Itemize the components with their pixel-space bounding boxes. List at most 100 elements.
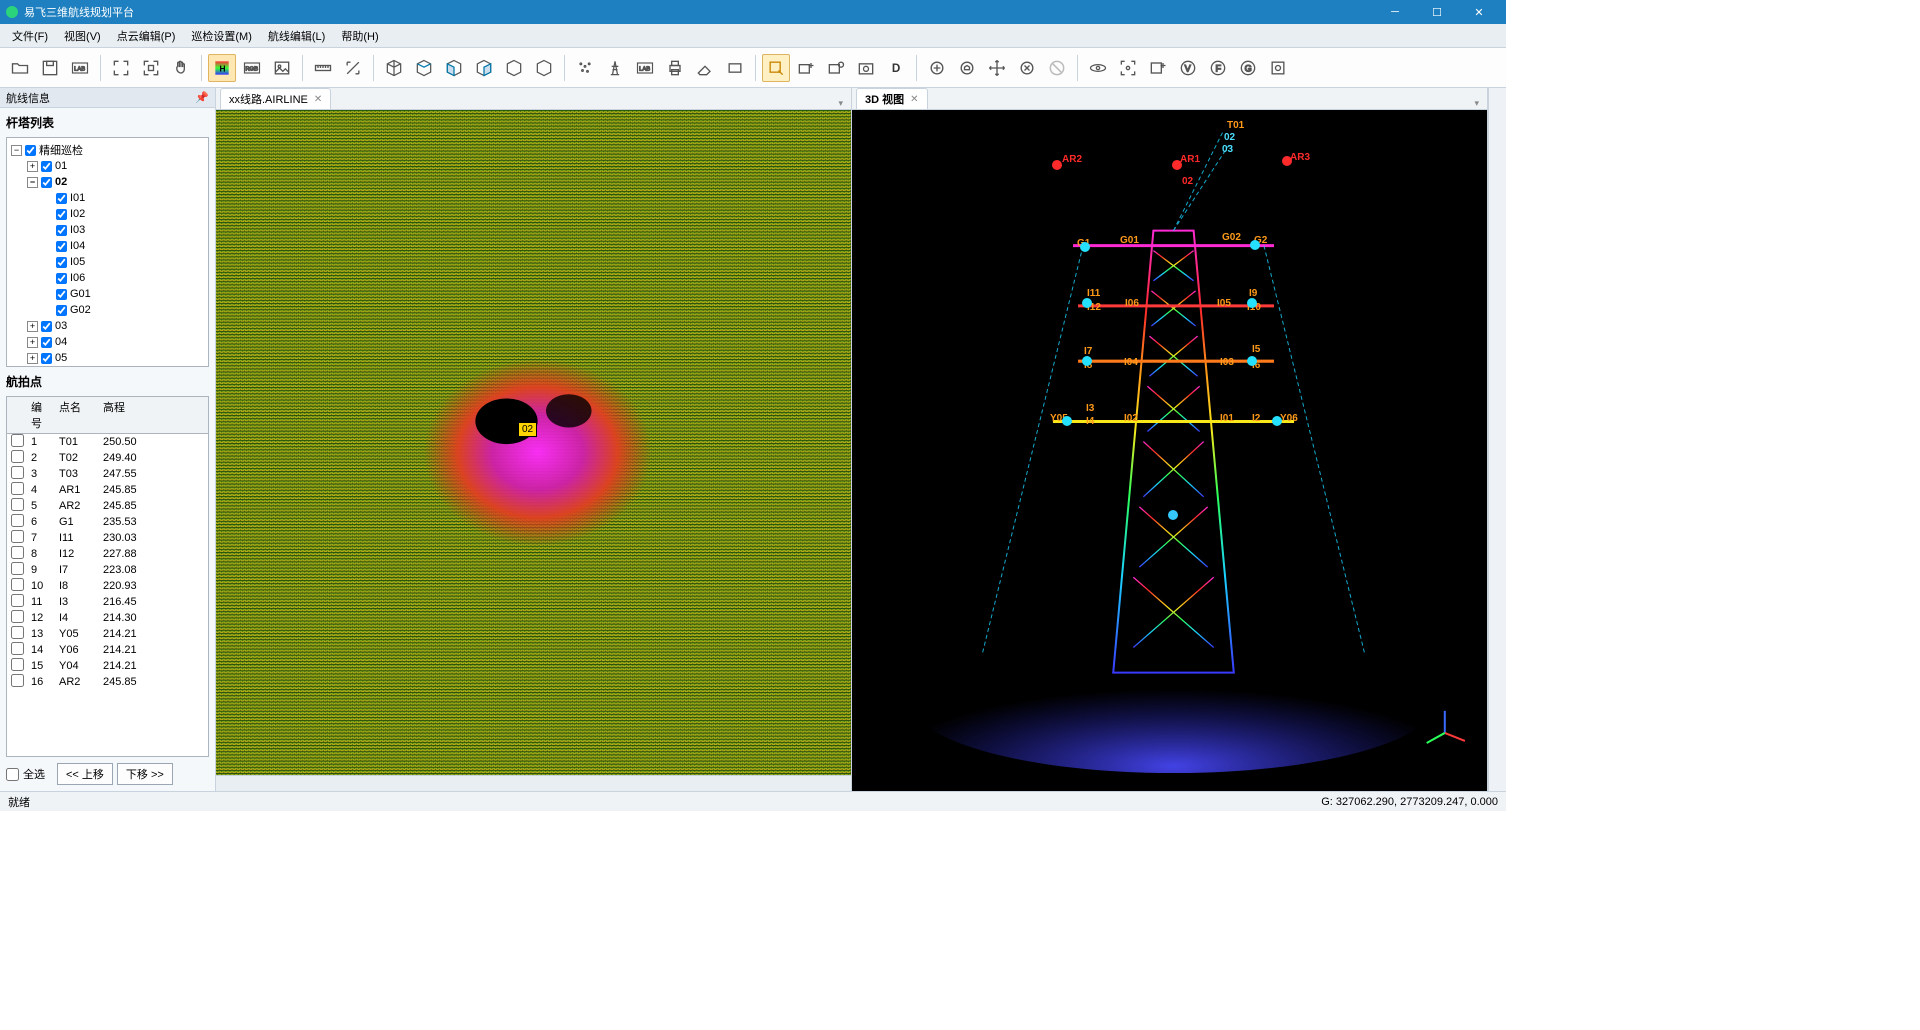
orbit-icon[interactable] <box>1084 54 1112 82</box>
view-right-icon[interactable] <box>530 54 558 82</box>
view-3d-icon[interactable] <box>380 54 408 82</box>
minimize-button[interactable]: ─ <box>1374 0 1416 24</box>
letter-d-icon[interactable]: D <box>882 54 910 82</box>
row-check[interactable] <box>11 482 24 495</box>
pin-icon[interactable]: 📌 <box>195 91 209 105</box>
add-waypoint-icon[interactable] <box>792 54 820 82</box>
table-row[interactable]: 13Y05214.21 <box>7 626 208 642</box>
camera-icon[interactable] <box>852 54 880 82</box>
tree-node-03[interactable]: 03 <box>55 320 67 332</box>
tree-root-label[interactable]: 精细巡检 <box>39 142 83 158</box>
letter-g-icon[interactable]: G <box>1234 54 1262 82</box>
tree-check[interactable] <box>41 161 52 172</box>
waypoint-dot[interactable] <box>1247 298 1257 308</box>
table-row[interactable]: 3T03247.55 <box>7 466 208 482</box>
tree-check[interactable] <box>41 177 52 188</box>
waypoint-dot[interactable] <box>1247 356 1257 366</box>
tree-leaf[interactable]: I02 <box>70 208 85 220</box>
expand-icon[interactable]: − <box>27 177 38 188</box>
target-remove-icon[interactable] <box>1013 54 1041 82</box>
move-down-button[interactable]: 下移 >> <box>117 763 173 785</box>
tab-3d-view[interactable]: 3D 视图✕ <box>856 88 928 109</box>
3d-canvas[interactable]: T01 02 03 AR2 AR1 AR3 02 G1 G01 G02 G2 I… <box>852 110 1487 791</box>
tree-check[interactable] <box>56 225 67 236</box>
col-name[interactable]: 点名 <box>55 397 99 433</box>
measure-length-icon[interactable] <box>309 54 337 82</box>
row-check[interactable] <box>11 674 24 687</box>
fit-selection-icon[interactable] <box>137 54 165 82</box>
fit-extent-icon[interactable] <box>107 54 135 82</box>
waypoint-dot[interactable] <box>1082 356 1092 366</box>
row-check[interactable] <box>11 562 24 575</box>
color-height-icon[interactable]: H <box>208 54 236 82</box>
image-icon[interactable] <box>268 54 296 82</box>
tree-check[interactable] <box>56 193 67 204</box>
target-add-icon[interactable] <box>923 54 951 82</box>
move-up-button[interactable]: << 上移 <box>57 763 113 785</box>
waypoint-dot[interactable] <box>1080 242 1090 252</box>
tree-check[interactable] <box>41 321 52 332</box>
expand-icon[interactable]: − <box>11 145 22 156</box>
tree-leaf[interactable]: I01 <box>70 192 85 204</box>
tab-airline[interactable]: xx线路.AIRLINE✕ <box>220 88 331 109</box>
pan-icon[interactable] <box>167 54 195 82</box>
tree-check[interactable] <box>56 257 67 268</box>
tree-leaf[interactable]: G02 <box>70 304 91 316</box>
expand-icon[interactable]: + <box>27 321 38 332</box>
tree-check[interactable] <box>25 145 36 156</box>
table-row[interactable]: 14Y06214.21 <box>7 642 208 658</box>
snap-icon[interactable] <box>1114 54 1142 82</box>
row-check[interactable] <box>11 642 24 655</box>
tree-node-05[interactable]: 05 <box>55 352 67 364</box>
points-table-body[interactable]: 1T01250.502T02249.403T03247.554AR1245.85… <box>6 434 209 757</box>
point-AR2[interactable] <box>1052 160 1062 170</box>
tower-icon[interactable] <box>601 54 629 82</box>
col-no[interactable]: 编号 <box>27 397 55 433</box>
table-row[interactable]: 9I7223.08 <box>7 562 208 578</box>
table-row[interactable]: 10I8220.93 <box>7 578 208 594</box>
point-AR1[interactable] <box>1172 160 1182 170</box>
row-check[interactable] <box>11 610 24 623</box>
waypoint-dot[interactable] <box>1272 416 1282 426</box>
row-check[interactable] <box>11 594 24 607</box>
view-top-icon[interactable] <box>410 54 438 82</box>
tree-check[interactable] <box>56 305 67 316</box>
waypoint-dot[interactable] <box>1168 510 1178 520</box>
table-row[interactable]: 6G1235.53 <box>7 514 208 530</box>
menu-file[interactable]: 文件(F) <box>6 26 54 46</box>
airline-canvas[interactable]: 02 <box>216 110 851 775</box>
edit-waypoint-icon[interactable] <box>822 54 850 82</box>
lab-icon[interactable]: LAB <box>66 54 94 82</box>
tree-check[interactable] <box>41 337 52 348</box>
box-add-icon[interactable] <box>1144 54 1172 82</box>
view-front-icon[interactable] <box>440 54 468 82</box>
table-row[interactable]: 15Y04214.21 <box>7 658 208 674</box>
horizontal-scrollbar[interactable] <box>216 775 851 791</box>
row-check[interactable] <box>11 530 24 543</box>
table-row[interactable]: 2T02249.40 <box>7 450 208 466</box>
tab-dropdown-icon[interactable]: ▾ <box>1470 98 1483 109</box>
menu-pointcloud[interactable]: 点云编辑(P) <box>111 26 182 46</box>
table-row[interactable]: 11I3216.45 <box>7 594 208 610</box>
letter-v-icon[interactable]: V <box>1174 54 1202 82</box>
table-row[interactable]: 4AR1245.85 <box>7 482 208 498</box>
point-AR3[interactable] <box>1282 156 1292 166</box>
tab-dropdown-icon[interactable]: ▾ <box>834 98 847 109</box>
tree-node-02[interactable]: 02 <box>55 176 67 188</box>
select-all-checkbox[interactable]: 全选 <box>6 766 45 782</box>
forbid-icon[interactable] <box>1043 54 1071 82</box>
tree-check[interactable] <box>56 209 67 220</box>
row-check[interactable] <box>11 450 24 463</box>
color-rgb-icon[interactable]: RGB <box>238 54 266 82</box>
row-check[interactable] <box>11 578 24 591</box>
settings2-icon[interactable] <box>1264 54 1292 82</box>
tree-leaf[interactable]: I06 <box>70 272 85 284</box>
view-left-icon[interactable] <box>500 54 528 82</box>
save-icon[interactable] <box>36 54 64 82</box>
expand-icon[interactable]: + <box>27 337 38 348</box>
table-row[interactable]: 1T01250.50 <box>7 434 208 450</box>
erase-icon[interactable] <box>691 54 719 82</box>
row-check[interactable] <box>11 514 24 527</box>
col-elev[interactable]: 高程 <box>99 397 157 433</box>
menu-view[interactable]: 视图(V) <box>58 26 107 46</box>
